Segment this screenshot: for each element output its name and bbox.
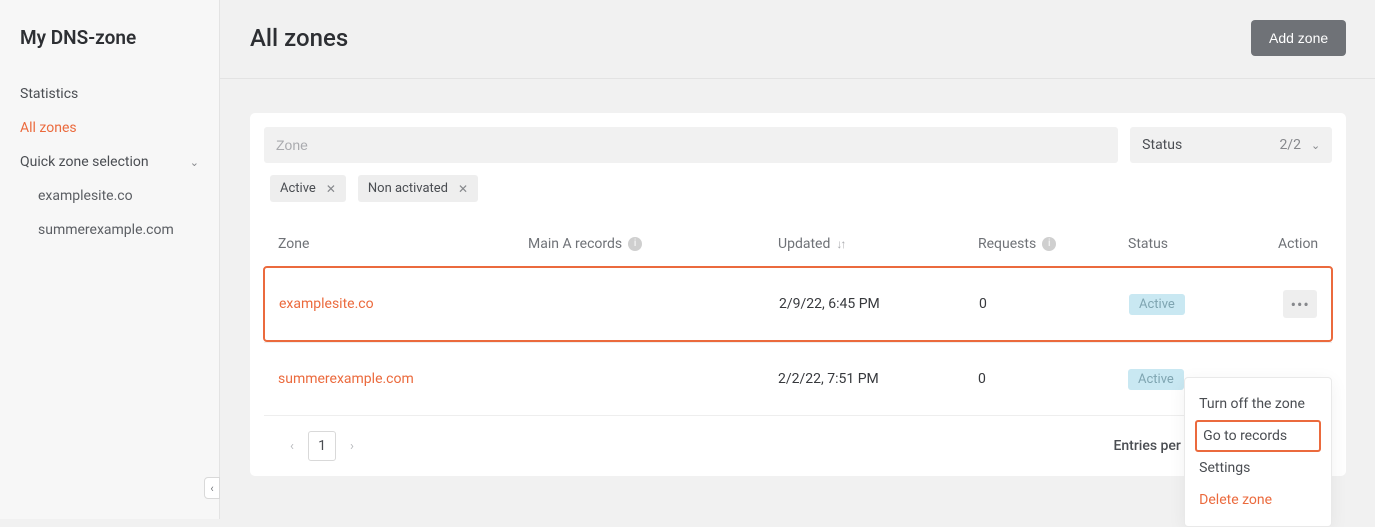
table-row: summerexample.com 2/2/22, 7:51 PM 0 Acti… [264, 342, 1332, 415]
row-actions-menu: Turn off the zone Go to records Settings… [1184, 377, 1332, 527]
status-filter-count: 2/2 [1279, 137, 1301, 153]
cell-requests: 0 [979, 296, 1129, 312]
th-status[interactable]: Status [1128, 236, 1278, 252]
chevron-left-icon: ‹ [210, 482, 213, 495]
chevron-down-icon: ⌄ [190, 156, 199, 169]
filter-chip-active[interactable]: Active ✕ [270, 175, 346, 202]
status-badge: Active [1129, 294, 1185, 315]
cell-action: ••• [1279, 290, 1317, 318]
menu-go-to-records[interactable]: Go to records [1195, 420, 1321, 452]
page-current[interactable]: 1 [308, 431, 336, 461]
zone-filter-input[interactable] [264, 127, 1118, 163]
zone-link[interactable]: examplesite.co [279, 296, 529, 312]
cell-updated: 2/2/22, 7:51 PM [778, 371, 978, 387]
sidebar-item-quick-zone[interactable]: Quick zone selection ⌄ [0, 145, 219, 179]
sidebar-collapse-button[interactable]: ‹ [204, 477, 220, 499]
close-icon[interactable]: ✕ [458, 182, 468, 196]
sidebar-item-label: examplesite.co [38, 188, 133, 204]
status-filter-label: Status [1142, 137, 1182, 153]
th-requests[interactable]: Requests i [978, 236, 1128, 252]
sidebar-quickzone-examplesite[interactable]: examplesite.co [0, 179, 219, 213]
info-icon[interactable]: i [1042, 237, 1056, 251]
th-action: Action [1278, 236, 1318, 252]
status-filter-dropdown[interactable]: Status 2/2 ⌄ [1130, 127, 1332, 163]
sidebar-title: My DNS-zone [0, 26, 219, 77]
sidebar-item-label: Statistics [20, 86, 78, 102]
sidebar-item-label: summerexample.com [38, 222, 174, 238]
zone-link[interactable]: summerexample.com [278, 371, 528, 387]
menu-settings[interactable]: Settings [1195, 452, 1321, 484]
sidebar: My DNS-zone Statistics All zones Quick z… [0, 0, 220, 519]
chevron-right-icon: › [350, 439, 354, 454]
main: All zones Add zone Status 2/2 ⌄ Active [220, 0, 1375, 519]
cell-updated: 2/9/22, 6:45 PM [779, 296, 979, 312]
page-prev-button[interactable]: ‹ [278, 431, 306, 461]
th-updated[interactable]: Updated ↓↑ [778, 236, 978, 252]
page-next-button[interactable]: › [338, 431, 366, 461]
add-zone-button[interactable]: Add zone [1251, 20, 1346, 56]
row-actions-button[interactable]: ••• [1283, 290, 1317, 318]
menu-delete-zone[interactable]: Delete zone [1195, 484, 1321, 516]
sidebar-item-label: All zones [20, 120, 77, 136]
chip-label: Non activated [368, 181, 448, 196]
pagination: ‹ 1 › [278, 431, 366, 461]
zones-card: Status 2/2 ⌄ Active ✕ Non activated ✕ [250, 113, 1346, 476]
more-icon: ••• [1291, 295, 1310, 314]
page-header: All zones Add zone [220, 0, 1375, 79]
chip-label: Active [280, 181, 316, 196]
sidebar-quickzone-summerexample[interactable]: summerexample.com [0, 213, 219, 247]
sort-icon: ↓↑ [836, 237, 844, 251]
close-icon[interactable]: ✕ [326, 182, 336, 196]
menu-turn-off-zone[interactable]: Turn off the zone [1195, 388, 1321, 420]
cell-status: Active [1129, 294, 1279, 315]
th-main-a[interactable]: Main A records i [528, 236, 778, 252]
info-icon[interactable]: i [628, 237, 642, 251]
sidebar-item-all-zones[interactable]: All zones [0, 111, 219, 145]
chevron-left-icon: ‹ [290, 439, 294, 454]
table-header: Zone Main A records i Updated ↓↑ Request… [264, 202, 1332, 266]
th-zone[interactable]: Zone [278, 236, 528, 252]
table-row: examplesite.co 2/9/22, 6:45 PM 0 Active … [263, 266, 1333, 342]
filter-chip-non-activated[interactable]: Non activated ✕ [358, 175, 478, 202]
page-title: All zones [250, 24, 348, 52]
sidebar-item-label: Quick zone selection [20, 154, 149, 170]
chevron-down-icon: ⌄ [1311, 139, 1320, 152]
cell-requests: 0 [978, 371, 1128, 387]
sidebar-item-statistics[interactable]: Statistics [0, 77, 219, 111]
status-badge: Active [1128, 369, 1184, 390]
table-footer: ‹ 1 › Entries per page 10 ⌄ Sho [264, 415, 1332, 476]
